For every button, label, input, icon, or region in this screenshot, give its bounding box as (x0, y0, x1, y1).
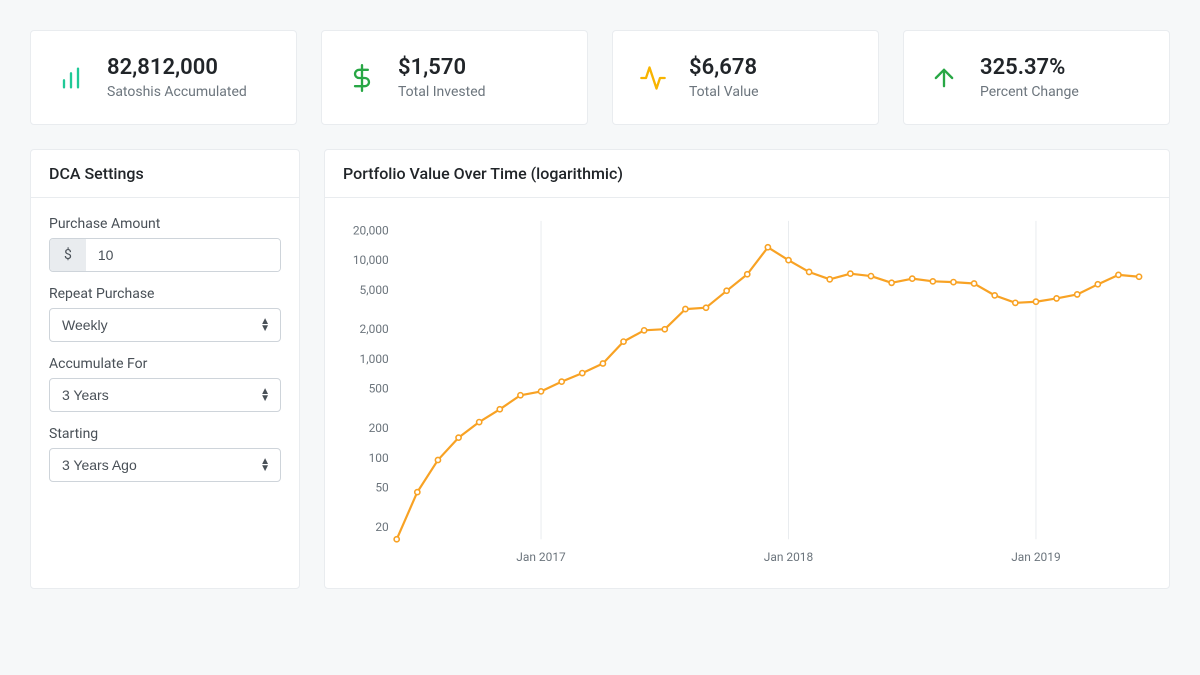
arrow-up-icon (926, 60, 962, 96)
stat-value: $1,570 (398, 55, 486, 80)
stat-label: Total Invested (398, 84, 486, 100)
purchase-amount-input-group: $ .00 (49, 238, 281, 272)
stat-value: 325.37% (980, 55, 1079, 80)
dollar-icon (344, 60, 380, 96)
purchase-amount-label: Purchase Amount (49, 216, 281, 232)
dashboard: 82,812,000 Satoshis Accumulated $1,570 T… (30, 30, 1170, 589)
starting-group: Starting 3 Years Ago ▲▼ (49, 426, 281, 482)
currency-prefix: $ (50, 239, 86, 271)
svg-text:Jan 2017: Jan 2017 (516, 550, 566, 564)
accumulate-for-label: Accumulate For (49, 356, 281, 372)
repeat-purchase-group: Repeat Purchase Weekly ▲▼ (49, 286, 281, 342)
stat-card-total-value: $6,678 Total Value (612, 30, 879, 125)
stat-card-satoshis: 82,812,000 Satoshis Accumulated (30, 30, 297, 125)
stat-card-invested: $1,570 Total Invested (321, 30, 588, 125)
svg-text:10,000: 10,000 (353, 253, 389, 267)
stat-value: 82,812,000 (107, 55, 247, 80)
starting-label: Starting (49, 426, 281, 442)
repeat-purchase-select[interactable]: Weekly (50, 309, 280, 341)
svg-text:500: 500 (369, 382, 389, 396)
panel-title: DCA Settings (31, 150, 299, 198)
stat-card-percent-change: 325.37% Percent Change (903, 30, 1170, 125)
dca-settings-panel: DCA Settings Purchase Amount $ .00 Repea… (30, 149, 300, 589)
svg-text:200: 200 (369, 421, 389, 435)
svg-text:5,000: 5,000 (360, 283, 389, 297)
purchase-amount-input[interactable] (86, 239, 281, 271)
main-row: DCA Settings Purchase Amount $ .00 Repea… (30, 149, 1170, 589)
purchase-amount-group: Purchase Amount $ .00 (49, 216, 281, 272)
chart-area: 20 50 100 200 500 1,000 2,000 5,000 10,000 20,000… (335, 210, 1151, 570)
chart-panel: Portfolio Value Over Time (logarithmic) … (324, 149, 1170, 589)
bar-chart-icon (53, 60, 89, 96)
stat-label: Total Value (689, 84, 759, 100)
accumulate-for-group: Accumulate For 3 Years ▲▼ (49, 356, 281, 412)
svg-text:100: 100 (369, 451, 389, 465)
svg-text:50: 50 (375, 481, 389, 495)
svg-text:1,000: 1,000 (360, 352, 389, 366)
svg-text:Jan 2019: Jan 2019 (1011, 550, 1060, 564)
activity-icon (635, 60, 671, 96)
stat-value: $6,678 (689, 55, 759, 80)
stat-label: Satoshis Accumulated (107, 84, 247, 100)
stat-label: Percent Change (980, 84, 1079, 100)
starting-select[interactable]: 3 Years Ago (50, 449, 280, 481)
stats-row: 82,812,000 Satoshis Accumulated $1,570 T… (30, 30, 1170, 125)
svg-text:Jan 2018: Jan 2018 (764, 550, 814, 564)
line-chart: 20 50 100 200 500 1,000 2,000 5,000 10,000 20,000… (335, 210, 1151, 570)
chart-title: Portfolio Value Over Time (logarithmic) (325, 150, 1169, 198)
repeat-purchase-label: Repeat Purchase (49, 286, 281, 302)
svg-text:2,000: 2,000 (360, 322, 389, 336)
svg-text:20,000: 20,000 (353, 223, 389, 237)
accumulate-for-select[interactable]: 3 Years (50, 379, 280, 411)
svg-text:20: 20 (375, 520, 389, 534)
